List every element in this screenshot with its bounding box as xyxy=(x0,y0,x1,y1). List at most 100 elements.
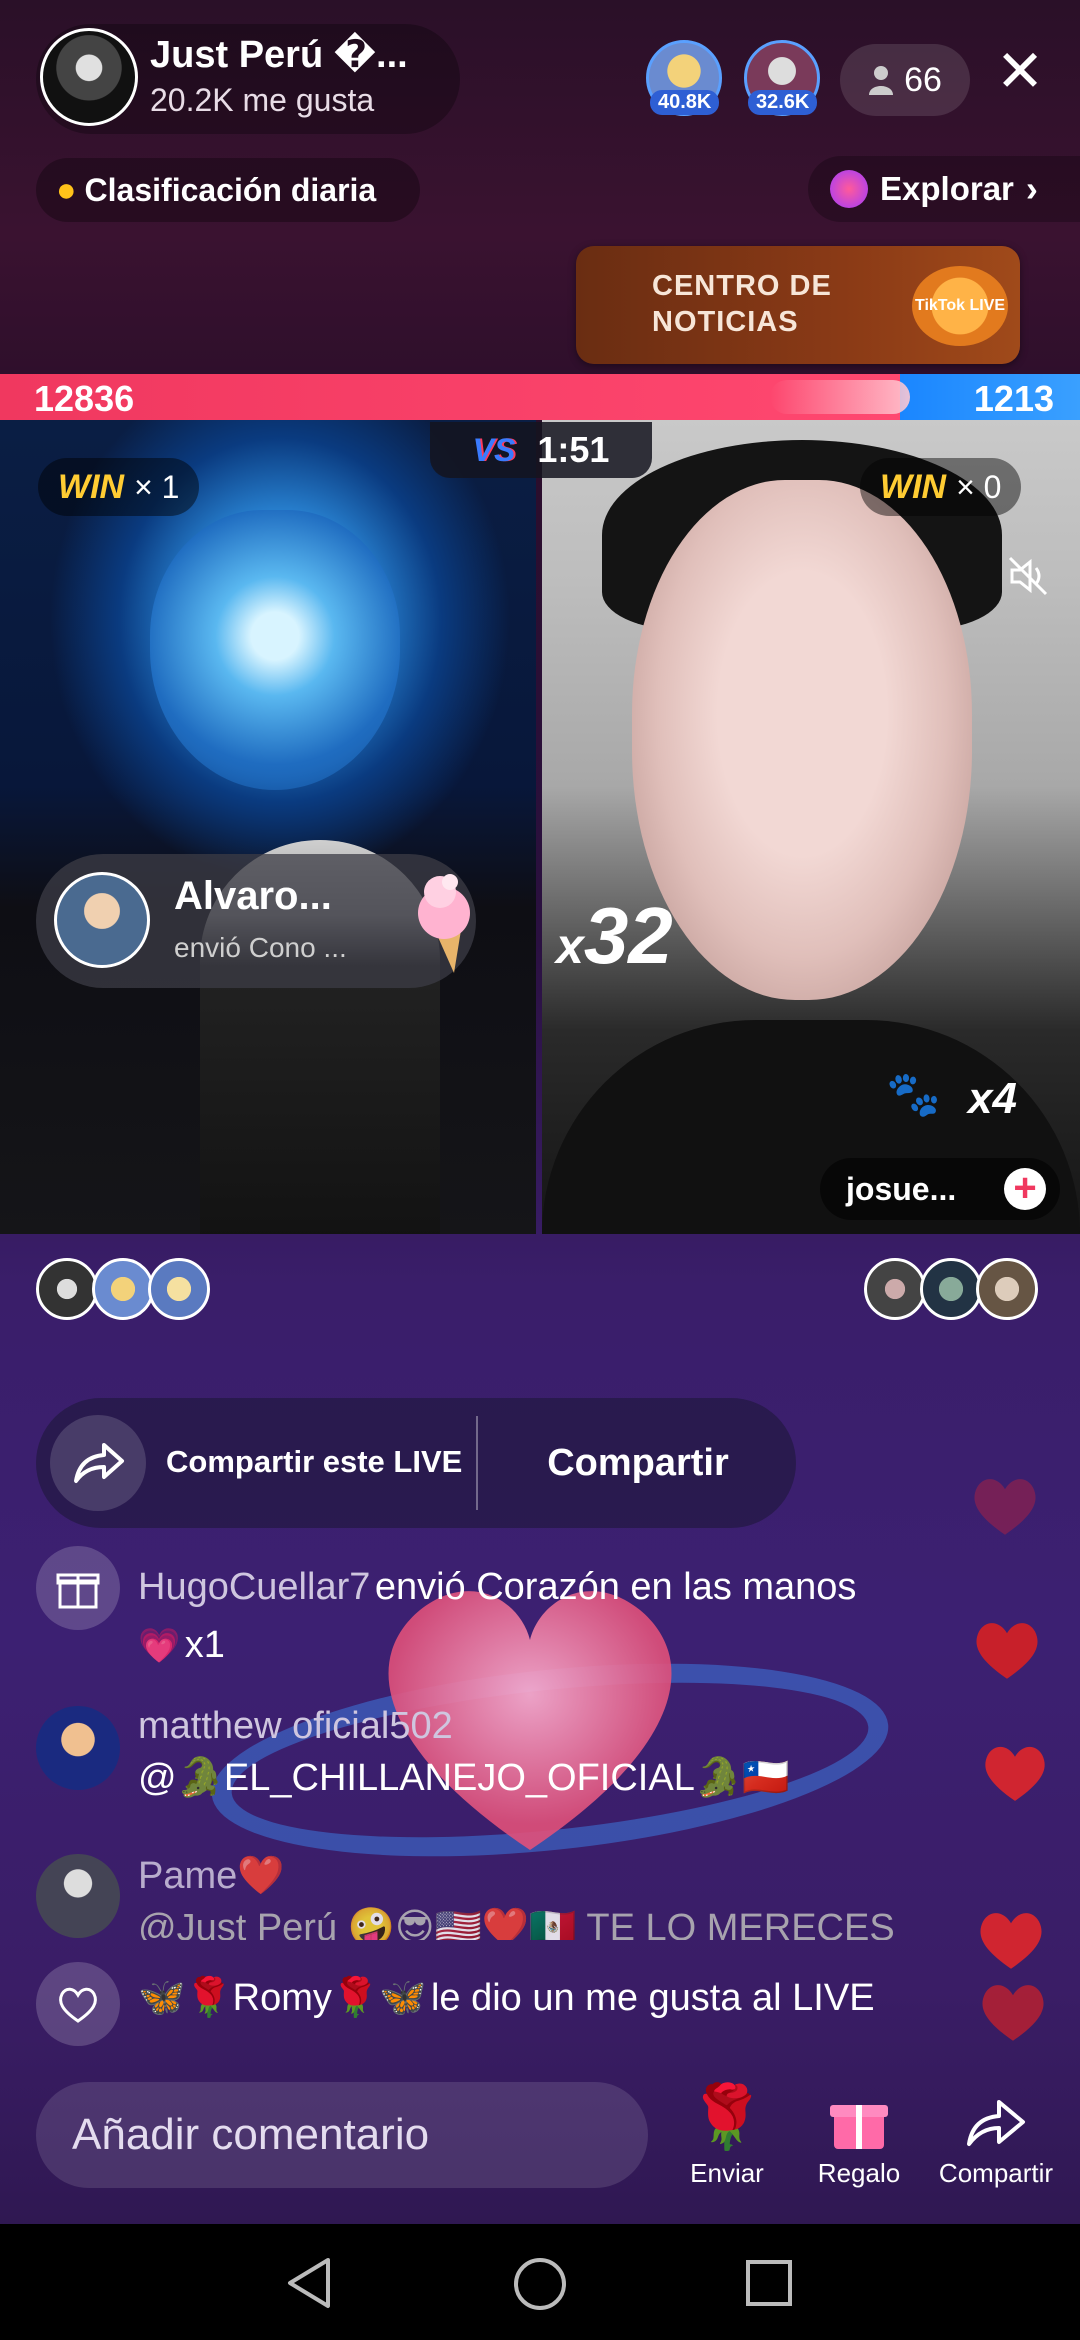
score-right: 1213 xyxy=(973,378,1054,419)
news-center-card[interactable]: CENTRO DE NOTICIAS TikTok LIVE xyxy=(576,246,1020,364)
vs-logo: VS xyxy=(472,431,516,468)
chat-message-comment: matthew oficial502 @🐊EL_CHILLANEJO_OFICI… xyxy=(138,1700,1018,1804)
plus-icon[interactable]: + xyxy=(1004,1168,1046,1210)
explore-button[interactable]: Explorar › xyxy=(808,156,1080,222)
planet-icon xyxy=(830,170,868,208)
tiktok-live-logo: TikTok LIVE xyxy=(912,266,1008,346)
floating-heart xyxy=(982,1985,1044,2041)
fire-icon: ● xyxy=(56,170,77,209)
chat-message-like: 🦋🌹Romy🌹🦋 le dio un me gusta al LIVE xyxy=(138,1976,1018,2020)
win-word: WIN xyxy=(58,467,125,506)
sender-name: Alvaro... xyxy=(174,874,332,918)
chevron-right-icon: › xyxy=(1025,168,1038,209)
news-card-title: CENTRO DE NOTICIAS xyxy=(652,268,832,340)
host-avatar[interactable] xyxy=(40,28,138,126)
explore-label: Explorar xyxy=(880,170,1014,207)
share-live-banner: Compartir este LIVE Compartir xyxy=(36,1398,796,1528)
share-label: Compartir xyxy=(938,2158,1054,2188)
chat-username[interactable]: HugoCuellar7 xyxy=(138,1566,370,1608)
heart-icon xyxy=(36,1962,120,2046)
floating-heart xyxy=(974,1479,1036,1535)
opponent-follow-pill[interactable]: josue... + xyxy=(820,1158,1060,1220)
gift-notification: Alvaro... envió Cono ... xyxy=(36,854,476,988)
score-bar-red xyxy=(0,374,900,420)
recents-icon[interactable] xyxy=(744,2258,794,2308)
chat-message-gift: HugoCuellar7 envió Corazón en las manos … xyxy=(138,1562,1018,1678)
right-win-counter: WIN × 0 xyxy=(860,458,1022,516)
daily-ranking-button[interactable]: ● Clasificación diaria xyxy=(36,158,420,222)
news-line-2: NOTICIAS xyxy=(652,306,799,338)
timer-text: 1:51 xyxy=(537,429,610,470)
win-count: × 0 xyxy=(956,468,1002,505)
ice-cream-icon xyxy=(418,874,470,973)
viewer-badge: 40.8K xyxy=(650,90,720,115)
host-likes: 20.2K me gusta xyxy=(150,82,375,118)
rose-icon: 🌹 xyxy=(688,2083,766,2152)
chat-avatar[interactable] xyxy=(36,1854,120,1938)
chat-text: le dio un me gusta al LIVE xyxy=(430,1977,875,2019)
win-word: WIN xyxy=(880,467,947,506)
mute-icon[interactable] xyxy=(1006,554,1050,598)
android-nav-bar xyxy=(0,2224,1080,2340)
lion-image xyxy=(150,510,400,790)
host-name: Just Perú �... xyxy=(150,34,408,76)
chat-username[interactable]: matthew oficial502 xyxy=(138,1700,1018,1752)
gift-label: Regalo xyxy=(817,2158,901,2188)
chat-text: @🐊EL_CHILLANEJO_OFICIAL🐊🇨🇱 xyxy=(138,1757,790,1799)
multiplier-value: 32 xyxy=(583,891,673,980)
supporter-avatar[interactable] xyxy=(36,1258,98,1320)
close-icon[interactable]: ✕ xyxy=(990,42,1050,102)
home-icon[interactable] xyxy=(512,2256,568,2312)
ranking-label: Clasificación diaria xyxy=(84,171,377,208)
share-arrow-icon xyxy=(934,2078,1058,2158)
score-spark-effect xyxy=(770,380,910,414)
chat-username[interactable]: 🦋🌹Romy🌹🦋 xyxy=(138,1977,427,2019)
combo-count: x4 xyxy=(968,1074,1017,1123)
floating-heart xyxy=(976,1623,1038,1679)
gift-multiplier: x32 xyxy=(556,890,673,982)
heart-hands-icon: 💗 xyxy=(138,1627,181,1665)
chat-avatar[interactable] xyxy=(36,1706,120,1790)
share-text: Compartir este LIVE xyxy=(166,1444,463,1479)
share-button[interactable]: Compartir xyxy=(480,1398,796,1528)
send-rose-button[interactable]: 🌹 Enviar xyxy=(672,2078,782,2189)
supporter-avatar[interactable] xyxy=(920,1258,982,1320)
send-label: Enviar xyxy=(690,2158,764,2188)
win-count: × 1 xyxy=(134,468,180,505)
gift-count: x1 xyxy=(184,1624,225,1666)
comment-input[interactable]: Añadir comentario xyxy=(36,2082,648,2188)
gift-box-icon xyxy=(804,2078,914,2158)
viewer-badge: 32.6K xyxy=(748,90,818,115)
battle-timer: VS 1:51 xyxy=(430,422,652,478)
floating-heart xyxy=(980,1913,1042,1969)
gift-text: envió Cono ... xyxy=(174,932,347,963)
chat-message-comment: Pame❤️ @Just Perú 🤪😎🇺🇸❤️🇲🇽 TE LO MERECES xyxy=(138,1850,1018,1940)
top-viewer-1[interactable]: 40.8K xyxy=(646,40,722,116)
supporter-avatar[interactable] xyxy=(976,1258,1038,1320)
chat-username[interactable]: Pame❤️ xyxy=(138,1850,1018,1902)
back-icon[interactable] xyxy=(284,2256,334,2310)
supporter-avatar[interactable] xyxy=(92,1258,154,1320)
multiplier-x: x xyxy=(556,918,584,974)
divider xyxy=(476,1416,478,1510)
top-viewer-2[interactable]: 32.6K xyxy=(744,40,820,116)
supporter-avatar[interactable] xyxy=(864,1258,926,1320)
chat-text: @Just Perú 🤪😎🇺🇸❤️🇲🇽 TE LO MERECES xyxy=(138,1907,895,1940)
left-win-counter: WIN × 1 xyxy=(38,458,200,516)
host-video-panel[interactable] xyxy=(0,420,536,1234)
supporter-avatar[interactable] xyxy=(148,1258,210,1320)
viewer-count: 66 xyxy=(904,60,942,99)
viewer-count-button[interactable]: 66 xyxy=(840,44,970,116)
paw-gift-icon: 🐾 xyxy=(886,1070,941,1119)
share-icon xyxy=(50,1415,146,1511)
battle-score-bar: 12836 1213 xyxy=(0,374,1080,420)
floating-heart xyxy=(985,1746,1045,1801)
chat-text: envió Corazón en las manos xyxy=(374,1566,857,1608)
opponent-face xyxy=(632,480,972,1000)
share-bottom-button[interactable]: Compartir xyxy=(934,2078,1058,2189)
person-icon xyxy=(869,66,894,95)
opponent-name: josue... xyxy=(846,1170,957,1207)
sender-avatar xyxy=(54,872,150,968)
gift-button[interactable]: Regalo xyxy=(804,2078,914,2189)
score-left: 12836 xyxy=(34,378,135,419)
